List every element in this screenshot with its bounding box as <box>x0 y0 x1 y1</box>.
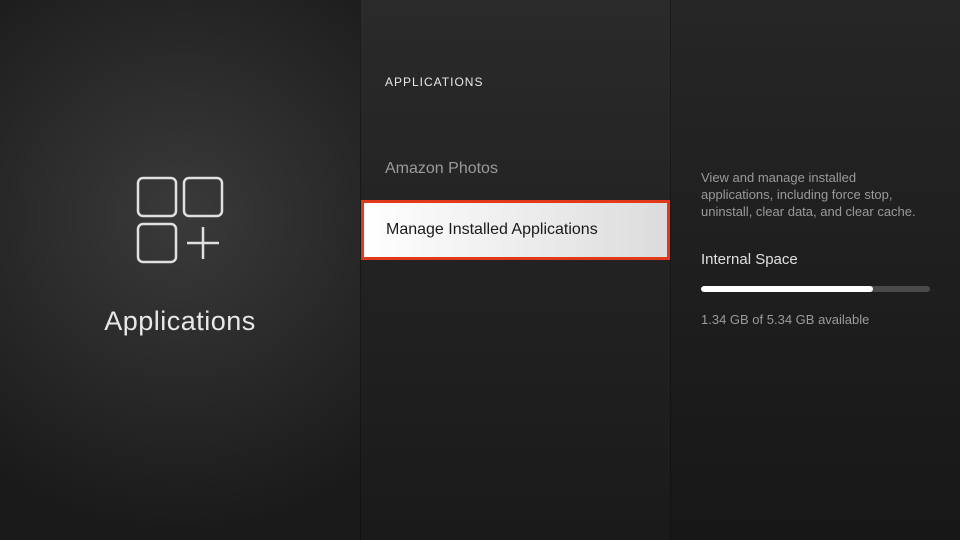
item-description: View and manage installed applications, … <box>701 170 930 221</box>
storage-progress-fill <box>701 286 873 292</box>
applications-icon <box>132 174 228 274</box>
section-header: APPLICATIONS <box>361 75 670 89</box>
menu-item-manage-installed[interactable]: Manage Installed Applications <box>361 200 670 260</box>
menu-panel: APPLICATIONS Amazon Photos Manage Instal… <box>360 0 670 540</box>
detail-panel: View and manage installed applications, … <box>670 0 960 540</box>
page-title: Applications <box>104 306 256 337</box>
storage-label: Internal Space <box>701 251 930 268</box>
left-panel: Applications <box>0 0 360 540</box>
menu-item-amazon-photos[interactable]: Amazon Photos <box>361 144 670 194</box>
storage-progress-bar <box>701 286 930 292</box>
storage-available-text: 1.34 GB of 5.34 GB available <box>701 312 930 327</box>
